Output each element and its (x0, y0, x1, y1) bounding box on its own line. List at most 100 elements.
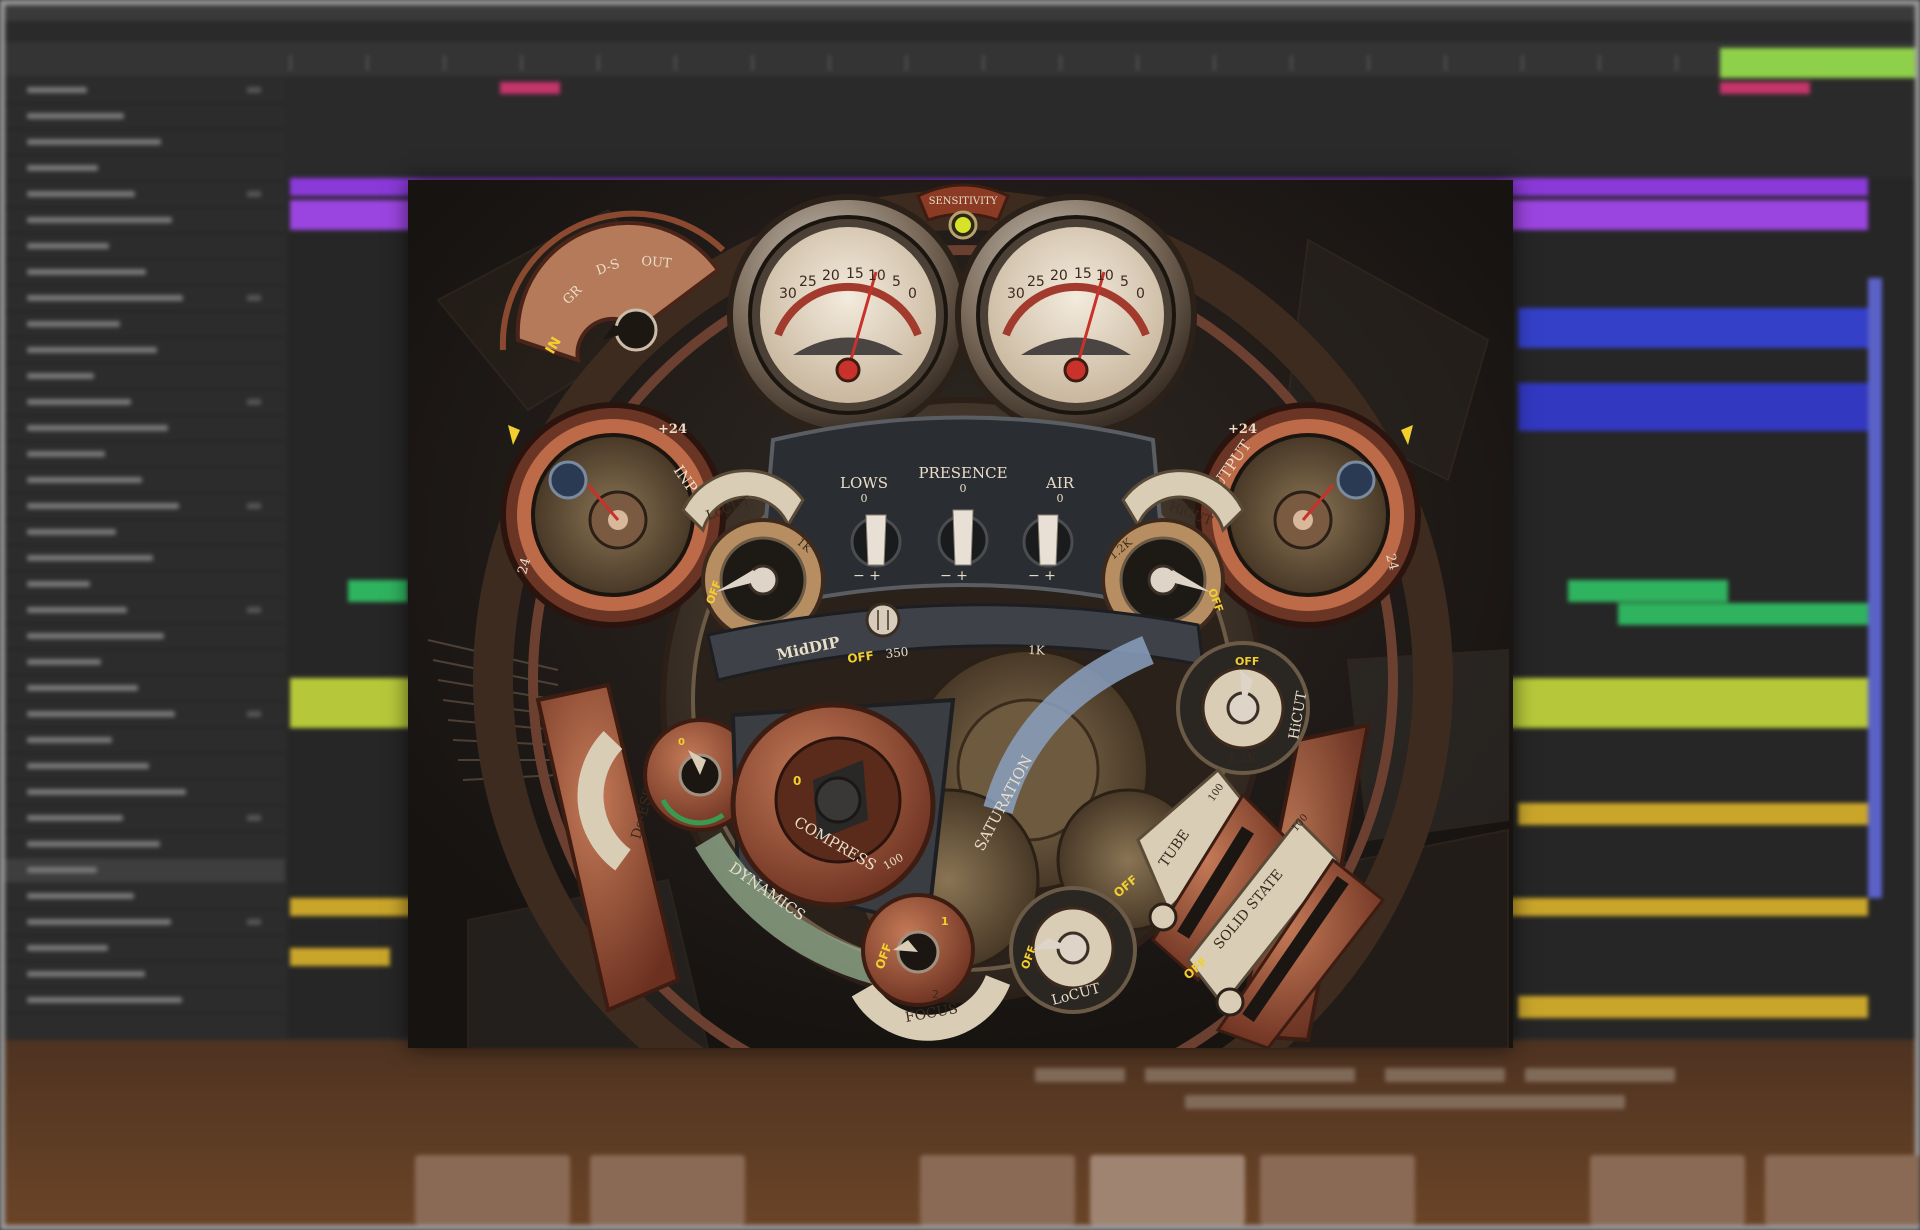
track-header[interactable] (5, 806, 285, 832)
gear-icon (548, 460, 588, 500)
track-header[interactable] (5, 832, 285, 858)
middip-1k: 1K (1028, 643, 1046, 658)
plugin-face: SENSITIVITY 30 25 20 15 10 5 0 30 25 20 … (408, 180, 1513, 1048)
clip-gold[interactable] (1518, 996, 1868, 1018)
presence-slider[interactable] (952, 509, 974, 566)
clip-green[interactable] (1568, 580, 1728, 602)
timeline-ruler[interactable] (290, 55, 1910, 75)
track-header[interactable] (5, 364, 285, 390)
track-header[interactable] (5, 338, 285, 364)
vu-meter-left (727, 194, 969, 436)
track-header[interactable] (5, 442, 285, 468)
input-max-label: +24 (658, 422, 687, 437)
track-header[interactable] (5, 624, 285, 650)
solid-state-handle[interactable] (1215, 987, 1245, 1017)
track-header[interactable] (5, 130, 285, 156)
track-header[interactable] (5, 416, 285, 442)
clip-green[interactable] (1618, 603, 1868, 625)
track-header[interactable] (5, 650, 285, 676)
mode-out[interactable]: OUT (641, 254, 673, 272)
tube-handle[interactable] (1148, 902, 1178, 932)
meter-scale-label: 15 (846, 266, 864, 282)
output-max-label: +24 (1228, 422, 1257, 437)
meter-scale-label: 10 (868, 268, 886, 284)
meter-scale-label: 30 (1007, 286, 1025, 302)
middip-handle[interactable] (865, 602, 901, 638)
lows-label: LOWS (840, 474, 888, 492)
saturation-hicut-knob[interactable]: OFF 1.2K HiCUT (1176, 641, 1310, 775)
meter-scale-label: 0 (1136, 286, 1145, 302)
track-header[interactable] (5, 572, 285, 598)
track-header[interactable] (5, 598, 285, 624)
track-header[interactable] (5, 156, 285, 182)
clip-gold[interactable] (1518, 803, 1868, 825)
meter-scale-label: 20 (822, 268, 840, 284)
meter-scale-label: 25 (799, 274, 817, 290)
sat-hicut-value: 1.2K (1228, 751, 1257, 765)
daw-menubar[interactable] (5, 5, 1915, 21)
track-header[interactable] (5, 234, 285, 260)
track-header[interactable] (5, 390, 285, 416)
meter-scale-label: 15 (1074, 266, 1092, 282)
svg-text:− +: − + (940, 568, 968, 584)
meter-scale-label: 0 (908, 286, 917, 302)
track-header[interactable] (5, 676, 285, 702)
lows-slider[interactable] (865, 514, 887, 566)
focus-2: 2 (932, 988, 939, 1001)
air-label: AIR (1045, 474, 1075, 492)
focus-1: 1 (941, 915, 949, 928)
clip-green[interactable] (348, 580, 408, 602)
meter-scale-label: 20 (1050, 268, 1068, 284)
daw-mixer-panel[interactable] (5, 1040, 1920, 1225)
plugin-window: SENSITIVITY 30 25 20 15 10 5 0 30 25 20 … (408, 180, 1513, 1048)
track-list[interactable] (5, 78, 285, 1038)
clip-blue[interactable] (1518, 308, 1868, 348)
track-header[interactable] (5, 910, 285, 936)
track-header[interactable] (5, 702, 285, 728)
scroll-bar[interactable] (1868, 278, 1882, 898)
meter-scale-label: 5 (1120, 274, 1129, 290)
lows-value: 0 (861, 492, 868, 505)
sensitivity-label: SENSITIVITY (929, 196, 998, 207)
track-header[interactable] (5, 208, 285, 234)
track-header[interactable] (5, 884, 285, 910)
vu-meter-right (955, 194, 1197, 436)
air-value: 0 (1057, 492, 1064, 505)
track-header[interactable] (5, 858, 285, 884)
saturation-locut-knob[interactable]: OFF 1K LoCUT (1009, 886, 1137, 1014)
deesser-min: 0 (678, 737, 685, 748)
gear-icon (1336, 460, 1376, 500)
track-header[interactable] (5, 494, 285, 520)
track-header[interactable] (5, 104, 285, 130)
loop-region[interactable] (1720, 48, 1915, 78)
marker[interactable] (500, 82, 560, 94)
track-header[interactable] (5, 260, 285, 286)
compress-min: 0 (793, 774, 801, 788)
middip-350: 350 (885, 645, 909, 661)
svg-text:− +: − + (853, 568, 881, 584)
meter-scale-label: 5 (892, 274, 901, 290)
track-header[interactable] (5, 468, 285, 494)
track-header[interactable] (5, 78, 285, 104)
marker[interactable] (1720, 82, 1810, 94)
sat-hicut-off: OFF (1235, 655, 1259, 668)
track-header[interactable] (5, 286, 285, 312)
track-header[interactable] (5, 546, 285, 572)
meter-scale-label: 10 (1096, 268, 1114, 284)
presence-value: 0 (960, 482, 967, 495)
track-header[interactable] (5, 936, 285, 962)
meter-scale-label: 25 (1027, 274, 1045, 290)
track-header[interactable] (5, 312, 285, 338)
track-header[interactable] (5, 182, 285, 208)
track-header[interactable] (5, 988, 285, 1014)
clip-blue[interactable] (1518, 383, 1868, 431)
track-header[interactable] (5, 520, 285, 546)
clip-gold[interactable] (290, 948, 390, 966)
track-header[interactable] (5, 962, 285, 988)
air-slider[interactable] (1037, 514, 1059, 566)
track-header[interactable] (5, 780, 285, 806)
presence-label: PRESENCE (918, 464, 1007, 482)
svg-text:− +: − + (1028, 568, 1056, 584)
track-header[interactable] (5, 728, 285, 754)
track-header[interactable] (5, 754, 285, 780)
